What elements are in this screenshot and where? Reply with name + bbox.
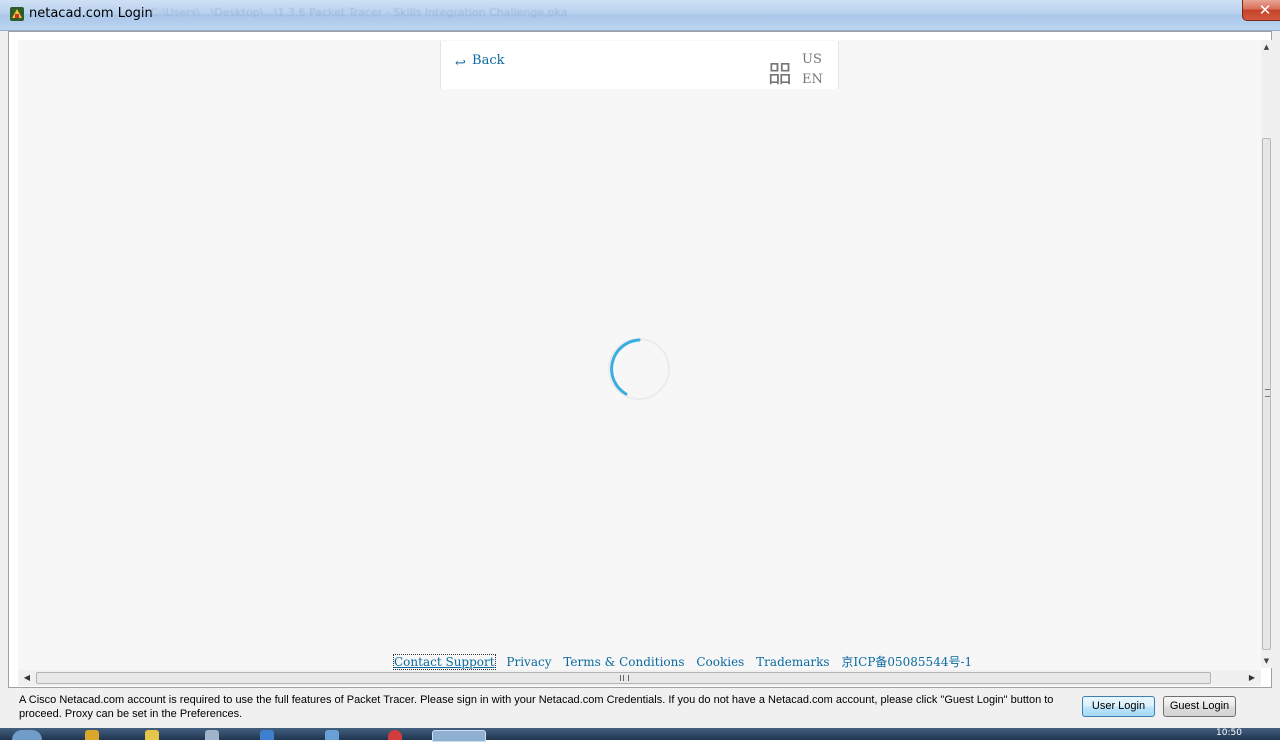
taskbar-chrome-icon[interactable] (388, 730, 402, 740)
footer-links: Contact Support Privacy Terms & Conditio… (393, 653, 980, 670)
horizontal-scroll-thumb[interactable] (36, 672, 1211, 684)
scroll-down-icon[interactable]: ▼ (1262, 656, 1271, 666)
scroll-up-icon[interactable]: ▲ (1262, 42, 1271, 52)
taskbar-app-icon[interactable] (260, 730, 274, 740)
taskbar-notepad-icon[interactable] (205, 730, 219, 740)
window-title-path: ...C:\Users\...\Desktop\...\1.3.6 Packet… (140, 6, 568, 19)
globe-icon[interactable]: 㗊 (768, 54, 792, 89)
guest-login-button[interactable]: Guest Login (1163, 696, 1236, 717)
vertical-scroll-thumb[interactable] (1262, 138, 1271, 650)
footer-link-privacy[interactable]: Privacy (506, 655, 551, 669)
footer-link-cookies[interactable]: Cookies (696, 655, 744, 669)
packet-tracer-app-icon (10, 7, 24, 21)
taskbar-ie-icon[interactable] (85, 730, 99, 740)
footer-link-terms[interactable]: Terms & Conditions (563, 655, 684, 669)
taskbar-window-icon[interactable] (325, 730, 339, 740)
footer-link-contact-support[interactable]: Contact Support (393, 654, 496, 670)
scroll-grip-icon (1265, 389, 1270, 397)
start-button[interactable] (12, 730, 42, 740)
back-label: Back (472, 53, 505, 68)
taskbar: 10:50 (0, 728, 1280, 742)
scroll-right-icon[interactable]: ▶ (1246, 672, 1258, 684)
scroll-grip-icon (620, 675, 629, 681)
footer-icp-license[interactable]: 京ICP备05085544号-1 (841, 655, 972, 669)
close-icon: ✕ (1258, 1, 1272, 19)
netacad-login-window: netacad.com Login ...C:\Users\...\Deskto… (0, 0, 1280, 742)
language-code: EN (802, 72, 823, 87)
language-selector[interactable]: US EN (802, 50, 823, 90)
close-button[interactable]: ✕ (1242, 0, 1280, 21)
taskbar-clock: 10:50 (1216, 728, 1242, 738)
account-info-text: A Cisco Netacad.com account is required … (19, 694, 1054, 720)
back-link[interactable]: ↩ Back (455, 53, 505, 71)
language-country: US (802, 52, 822, 67)
user-login-button[interactable]: User Login (1082, 696, 1155, 717)
scroll-left-icon[interactable]: ◀ (21, 672, 33, 684)
title-bar[interactable]: netacad.com Login ...C:\Users\...\Deskto… (0, 0, 1280, 31)
footer-link-trademarks[interactable]: Trademarks (756, 655, 829, 669)
back-icon: ↩ (455, 56, 466, 71)
taskbar-packet-tracer-icon[interactable] (432, 730, 486, 742)
spinner-arc (610, 338, 641, 396)
taskbar-folder-icon[interactable] (145, 730, 159, 740)
window-title: netacad.com Login (29, 6, 153, 21)
loading-spinner (608, 338, 670, 400)
vertical-scrollbar[interactable]: ▲ ▼ (1261, 40, 1272, 668)
horizontal-scrollbar[interactable]: ◀ ▶ (18, 670, 1261, 686)
